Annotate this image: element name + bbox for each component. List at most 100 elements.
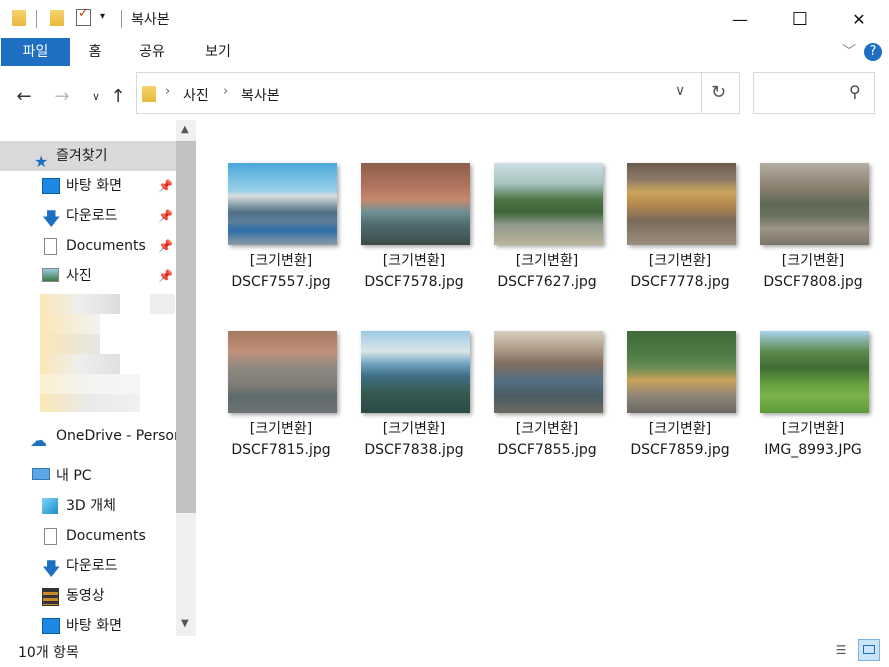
download-icon: 🡇 (42, 209, 61, 230)
file-tile[interactable]: [크기변환] DSCF7778.jpg (620, 163, 740, 303)
thumbnail (760, 163, 869, 245)
close-button[interactable]: ✕ (829, 0, 889, 38)
scroll-down-icon[interactable]: ▼ (181, 618, 189, 629)
cube-icon (42, 498, 58, 514)
up-button[interactable]: ↑ (106, 84, 130, 108)
refresh-icon[interactable]: ↻ (711, 82, 726, 103)
window-title: 복사본 (131, 12, 170, 28)
sidebar-item-downloads[interactable]: 🡇 다운로드 📌 (0, 201, 176, 231)
sidebar-item-documents[interactable]: Documents 📌 (0, 231, 176, 261)
divider (121, 10, 122, 28)
divider (36, 10, 37, 28)
sidebar-item-pc-documents[interactable]: Documents (0, 521, 176, 551)
thumbnail (494, 163, 603, 245)
ribbon-tabs: 파일 홈 공유 보기 ﹀ ? (0, 38, 889, 68)
thumbnail (228, 331, 337, 413)
sidebar-item-quick-access[interactable]: ★ 즐겨찾기 (0, 141, 176, 171)
pin-icon: 📌 (158, 239, 173, 253)
search-icon: ⚲ (849, 82, 861, 101)
large-icons-view-icon[interactable] (858, 639, 880, 661)
folder-icon (142, 86, 156, 102)
file-name: [크기변환] (249, 253, 313, 269)
blurred-items (40, 294, 175, 414)
sidebar-item-onedrive[interactable]: ☁ OneDrive - Person (0, 421, 176, 451)
file-name: DSCF7859.jpg (630, 442, 730, 458)
pin-icon: 📌 (158, 269, 173, 283)
desktop-icon (42, 618, 60, 634)
pin-icon: 📌 (158, 179, 173, 193)
sidebar-item-desktop[interactable]: 바탕 화면 📌 (0, 171, 176, 201)
maximize-button[interactable]: ☐ (770, 0, 830, 38)
file-name: DSCF7627.jpg (497, 274, 597, 290)
file-name: [크기변환] (515, 253, 579, 269)
sidebar-item-pc-downloads[interactable]: 🡇 다운로드 (0, 551, 176, 581)
file-name: [크기변환] (382, 253, 446, 269)
file-name: IMG_8993.JPG (764, 442, 862, 458)
desktop-icon (42, 178, 60, 194)
breadcrumb-item[interactable]: 사진 (183, 85, 209, 105)
file-tile[interactable]: [크기변환] DSCF7815.jpg (221, 331, 341, 471)
file-tile[interactable]: [크기변환] IMG_8993.JPG (753, 331, 873, 471)
thumbnail (361, 331, 470, 413)
search-box[interactable]: ⚲ (753, 72, 875, 114)
customize-toolbar-icon[interactable]: ▾ (100, 11, 105, 22)
help-icon[interactable]: ? (864, 43, 882, 61)
thumbnail (760, 331, 869, 413)
file-tile[interactable]: [크기변환] DSCF7838.jpg (354, 331, 474, 471)
sidebar-item-this-pc[interactable]: 내 PC (0, 461, 176, 491)
document-icon (44, 238, 57, 255)
document-icon (44, 528, 57, 545)
breadcrumb-item[interactable]: 복사본 (241, 85, 280, 105)
thumbnail (627, 331, 736, 413)
item-count: 10개 항목 (18, 645, 79, 661)
file-name: DSCF7808.jpg (763, 274, 863, 290)
file-name: [크기변환] (382, 421, 446, 437)
file-tile[interactable]: [크기변환] DSCF7627.jpg (487, 163, 607, 303)
minimize-button[interactable]: — (710, 0, 770, 38)
sidebar-item-videos[interactable]: 동영상 (0, 581, 176, 611)
scrollbar-thumb[interactable] (176, 141, 196, 513)
folder-icon (12, 10, 26, 26)
thumbnail (627, 163, 736, 245)
tab-view[interactable]: 보기 (198, 38, 238, 66)
file-tile[interactable]: [크기변환] DSCF7855.jpg (487, 331, 607, 471)
download-icon: 🡇 (42, 559, 61, 580)
title-bar: ✓ ▾ 복사본 — ☐ ✕ (0, 0, 889, 38)
thumbnail (361, 163, 470, 245)
star-icon: ★ (34, 152, 49, 171)
chevron-right-icon: › (223, 84, 229, 99)
recent-locations-button[interactable]: ∨ (84, 84, 108, 108)
pin-icon: 📌 (158, 209, 173, 223)
file-tile[interactable]: [크기변환] DSCF7808.jpg (753, 163, 873, 303)
expand-ribbon-icon[interactable]: ﹀ (837, 38, 861, 66)
file-name: [크기변환] (781, 253, 845, 269)
scroll-up-icon[interactable]: ▲ (181, 124, 189, 135)
tab-home[interactable]: 홈 (80, 38, 110, 66)
back-button[interactable]: ← (12, 84, 36, 108)
status-bar: 10개 항목 ☰ (0, 636, 889, 667)
thumbnail (494, 331, 603, 413)
file-name: DSCF7578.jpg (364, 274, 464, 290)
tab-file[interactable]: 파일 (1, 38, 70, 66)
sidebar-item-pictures[interactable]: 사진 📌 (0, 261, 176, 291)
file-name: [크기변환] (515, 421, 579, 437)
file-name: [크기변환] (781, 421, 845, 437)
file-tile[interactable]: [크기변환] DSCF7557.jpg (221, 163, 341, 303)
file-tile[interactable]: [크기변환] DSCF7578.jpg (354, 163, 474, 303)
computer-icon (32, 468, 50, 480)
properties-icon[interactable]: ✓ (76, 6, 91, 26)
divider (701, 73, 702, 113)
file-tile[interactable]: [크기변환] DSCF7859.jpg (620, 331, 740, 471)
navigation-pane: ★ 즐겨찾기 바탕 화면 📌 🡇 다운로드 📌 Documents 📌 사진 📌… (0, 120, 196, 636)
chevron-right-icon: › (165, 84, 171, 99)
tab-share[interactable]: 공유 (132, 38, 172, 66)
forward-button[interactable]: → (50, 84, 74, 108)
dropdown-icon[interactable]: ∨ (675, 83, 685, 99)
file-name: DSCF7855.jpg (497, 442, 597, 458)
details-view-icon[interactable]: ☰ (832, 642, 850, 658)
sidebar-item-3d-objects[interactable]: 3D 개체 (0, 491, 176, 521)
file-name: DSCF7815.jpg (231, 442, 331, 458)
file-name: DSCF7778.jpg (630, 274, 730, 290)
address-bar[interactable]: › 사진 › 복사본 ∨ ↻ (136, 72, 740, 114)
new-folder-icon[interactable] (50, 10, 64, 26)
